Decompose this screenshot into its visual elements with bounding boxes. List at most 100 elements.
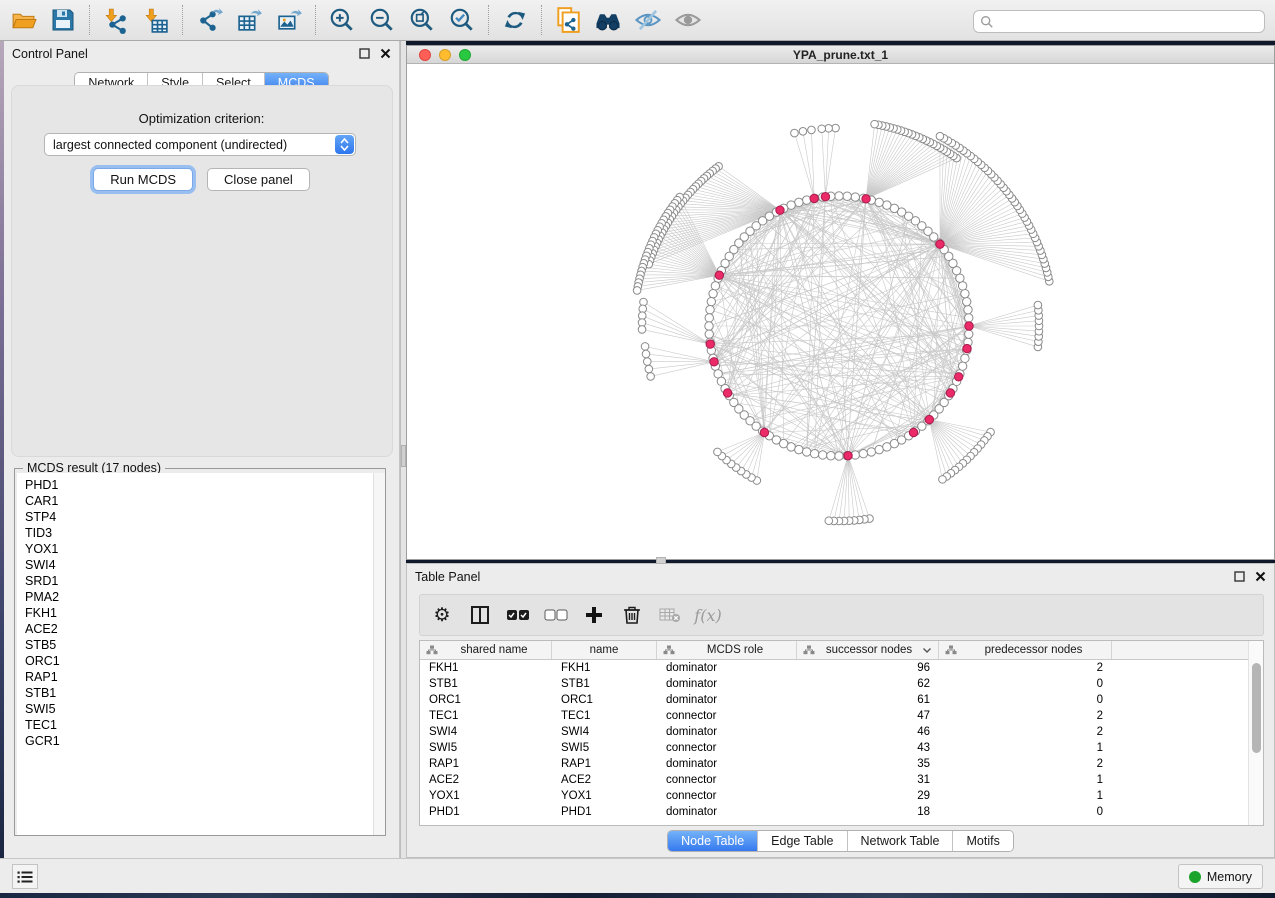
leaf-node[interactable] (641, 343, 649, 351)
mcds-hub-node[interactable] (963, 344, 971, 352)
ring-node[interactable] (961, 354, 969, 362)
ring-node[interactable] (875, 198, 883, 206)
ring-node[interactable] (827, 452, 835, 460)
task-history-button[interactable] (12, 864, 38, 889)
list-item[interactable]: RAP1 (25, 669, 373, 685)
delete-icon[interactable] (620, 603, 644, 627)
select-all-checkboxes-icon[interactable] (506, 603, 530, 627)
ring-node[interactable] (867, 448, 875, 456)
table-scrollbar[interactable] (1248, 641, 1263, 825)
ring-node[interactable] (819, 451, 827, 459)
table-row[interactable]: TEC1TEC1connector472 (420, 708, 1248, 724)
deselect-all-checkboxes-icon[interactable] (544, 603, 568, 627)
ring-node[interactable] (795, 445, 803, 453)
mcds-hub-node[interactable] (715, 271, 723, 279)
column-header-predecessor[interactable]: predecessor nodes (939, 641, 1112, 659)
list-item[interactable]: FKH1 (25, 605, 373, 621)
table-row[interactable]: STB1STB1dominator620 (420, 676, 1248, 692)
ring-node[interactable] (965, 314, 973, 322)
list-item[interactable]: YOX1 (25, 541, 373, 557)
horizontal-splitter-grip[interactable] (656, 557, 666, 564)
mcds-result-list[interactable]: PHD1CAR1STP4TID3YOX1SWI4SRD1PMA2FKH1ACE2… (17, 473, 373, 835)
tab-edge-table[interactable]: Edge Table (758, 831, 847, 851)
ring-node[interactable] (705, 330, 713, 338)
list-item[interactable]: STB5 (25, 637, 373, 653)
ring-node[interactable] (795, 198, 803, 206)
mcds-hub-node[interactable] (810, 194, 818, 202)
list-item[interactable]: STP4 (25, 509, 373, 525)
leaf-node[interactable] (638, 326, 646, 334)
ring-node[interactable] (843, 192, 851, 200)
add-column-icon[interactable] (582, 603, 606, 627)
list-item[interactable]: SWI4 (25, 557, 373, 573)
zoom-fit-icon[interactable] (405, 4, 439, 36)
leaf-node[interactable] (825, 517, 833, 525)
column-header-name[interactable]: name (552, 641, 657, 659)
mcds-hub-node[interactable] (776, 206, 784, 214)
leaf-node[interactable] (647, 373, 655, 381)
mcds-hub-node[interactable] (760, 428, 768, 436)
tab-network-table[interactable]: Network Table (848, 831, 954, 851)
ring-node[interactable] (883, 201, 891, 209)
mcds-result-scrollbar[interactable] (373, 473, 385, 835)
leaf-node[interactable] (643, 358, 651, 366)
tab-node-table[interactable]: Node Table (668, 831, 758, 851)
ring-node[interactable] (707, 297, 715, 305)
show-all-eye-icon[interactable] (671, 4, 705, 36)
table-row[interactable]: YOX1YOX1connector291 (420, 788, 1248, 804)
ring-node[interactable] (965, 330, 973, 338)
ring-node[interactable] (958, 362, 966, 370)
refresh-layout-icon[interactable] (498, 4, 532, 36)
export-image-icon[interactable] (272, 4, 306, 36)
leaf-node[interactable] (936, 132, 944, 140)
leaf-node[interactable] (642, 350, 650, 358)
list-item[interactable]: ORC1 (25, 653, 373, 669)
split-columns-icon[interactable] (468, 603, 492, 627)
list-item[interactable]: SWI5 (25, 701, 373, 717)
ring-node[interactable] (705, 322, 713, 330)
float-window-icon[interactable] (359, 48, 370, 59)
mcds-hub-node[interactable] (946, 389, 954, 397)
table-row[interactable]: PHD1PHD1dominator180 (420, 804, 1248, 820)
leaf-node[interactable] (1034, 301, 1042, 309)
tab-motifs[interactable]: Motifs (953, 831, 1012, 851)
ring-node[interactable] (875, 445, 883, 453)
import-table-icon[interactable] (139, 4, 173, 36)
run-mcds-button[interactable]: Run MCDS (93, 168, 193, 191)
delete-table-icon[interactable] (658, 603, 682, 627)
table-row[interactable]: ORC1ORC1dominator610 (420, 692, 1248, 708)
column-header-shared_name[interactable]: shared name (420, 641, 552, 659)
list-item[interactable]: SRD1 (25, 573, 373, 589)
export-table-icon[interactable] (232, 4, 266, 36)
ring-node[interactable] (835, 192, 843, 200)
ring-node[interactable] (810, 449, 818, 457)
ring-node[interactable] (802, 196, 810, 204)
list-item[interactable]: PHD1 (25, 477, 373, 493)
leaf-node[interactable] (799, 128, 807, 136)
memory-button[interactable]: Memory (1178, 864, 1263, 889)
ring-node[interactable] (961, 289, 969, 297)
ring-node[interactable] (835, 452, 843, 460)
leaf-node[interactable] (939, 476, 947, 484)
search-input[interactable] (998, 15, 1258, 29)
leaf-node[interactable] (645, 365, 653, 373)
mcds-hub-node[interactable] (706, 340, 714, 348)
ring-node[interactable] (859, 449, 867, 457)
open-folder-icon[interactable] (6, 4, 40, 36)
close-panel-button[interactable]: Close panel (207, 168, 310, 191)
mcds-hub-node[interactable] (954, 373, 962, 381)
list-item[interactable]: TID3 (25, 525, 373, 541)
leaf-node[interactable] (818, 125, 826, 133)
table-row[interactable]: ACE2ACE2connector311 (420, 772, 1248, 788)
leaf-node[interactable] (714, 448, 722, 456)
list-item[interactable]: STB1 (25, 685, 373, 701)
float-window-icon[interactable] (1234, 571, 1245, 582)
leaf-node[interactable] (791, 129, 799, 137)
leaf-node[interactable] (808, 126, 816, 134)
export-network-icon[interactable] (192, 4, 226, 36)
list-item[interactable]: GCR1 (25, 733, 373, 749)
ring-node[interactable] (962, 297, 970, 305)
optimization-criterion-select[interactable]: largest connected component (undirected) (44, 133, 356, 156)
mcds-hub-node[interactable] (925, 415, 933, 423)
network-from-selection-icon[interactable] (551, 4, 585, 36)
